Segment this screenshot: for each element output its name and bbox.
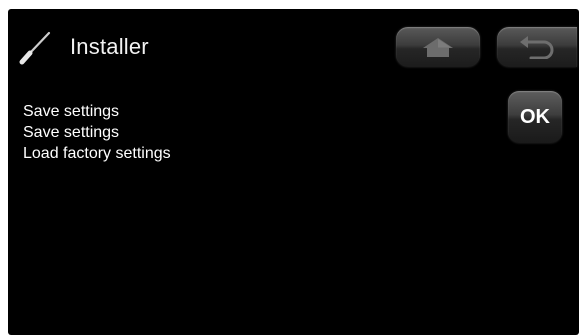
home-icon — [423, 38, 453, 57]
settings-menu: Save settings Save settings Load factory… — [23, 101, 171, 164]
home-button[interactable] — [396, 27, 480, 67]
back-button[interactable] — [497, 27, 577, 67]
ok-button[interactable]: OK — [508, 91, 562, 143]
menu-item-save-settings[interactable]: Save settings — [23, 101, 171, 122]
installer-screen: Installer Save settings Save settings Lo… — [8, 9, 579, 335]
back-arrow-icon — [520, 36, 554, 59]
menu-item-save-settings-2[interactable]: Save settings — [23, 122, 171, 143]
screwdriver-icon — [19, 31, 51, 65]
page-title: Installer — [70, 34, 149, 59]
menu-item-load-factory-settings[interactable]: Load factory settings — [23, 143, 171, 164]
